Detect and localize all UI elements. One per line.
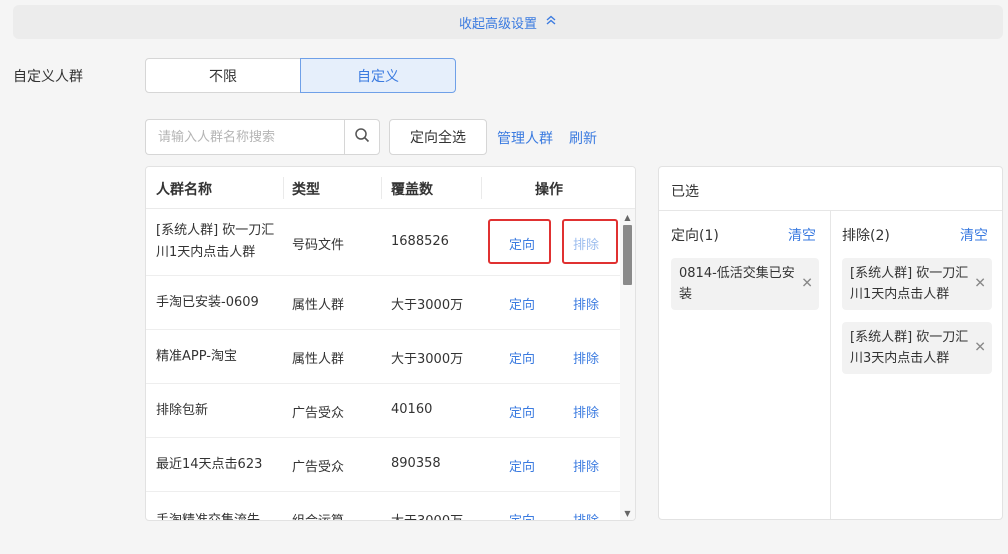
target-heading: 定向(1) [671, 228, 719, 244]
custom-audience-label: 自定义人群 [13, 69, 83, 85]
chip-label: 0814-低活交集已安装 [679, 266, 795, 302]
row-coverage: 890358 [391, 456, 441, 471]
column-divider [381, 177, 382, 199]
close-icon[interactable]: ✕ [974, 274, 986, 295]
row-coverage: 大于3000万 [391, 352, 464, 367]
selected-target-chip: 0814-低活交集已安装 ✕ [671, 258, 819, 310]
close-icon[interactable]: ✕ [801, 274, 813, 295]
audience-mode-segment: 不限 自定义 [145, 58, 456, 93]
close-icon[interactable]: ✕ [974, 338, 986, 359]
segment-custom[interactable]: 自定义 [300, 58, 456, 93]
table-row: [系统人群] 砍一刀汇川1天内点击人群 号码文件 1688526 定向 排除 [146, 209, 620, 276]
table-scrollbar[interactable]: ▲ ▼ [620, 209, 635, 520]
target-button[interactable]: 定向 [509, 294, 535, 313]
row-name: 最近14天点击623 [156, 457, 263, 472]
row-type: 号码文件 [292, 238, 345, 253]
header-ops: 操作 [535, 182, 563, 198]
header-type: 类型 [292, 182, 320, 198]
clear-target-link[interactable]: 清空 [788, 225, 816, 245]
exclude-button[interactable]: 排除 [573, 456, 599, 475]
row-type: 广告受众 [292, 460, 345, 475]
table-row: 排除包新 广告受众 40160 定向 排除 [146, 384, 620, 438]
collapse-label: 收起高级设置 [458, 16, 537, 32]
row-name: 精准APP-淘宝 [156, 349, 237, 364]
target-button[interactable]: 定向 [509, 456, 535, 475]
selected-title: 已选 [671, 184, 699, 200]
target-button[interactable]: 定向 [509, 348, 535, 367]
exclude-button[interactable]: 排除 [573, 234, 599, 253]
audience-table: 人群名称 类型 覆盖数 操作 [系统人群] 砍一刀汇川1天内点击人群 号码文件 … [145, 166, 636, 521]
refresh-link[interactable]: 刷新 [569, 128, 597, 148]
target-button[interactable]: 定向 [509, 234, 535, 253]
row-name: 手淘精准交集流失 [156, 513, 261, 521]
exclude-button[interactable]: 排除 [573, 348, 599, 367]
clear-exclude-link[interactable]: 清空 [960, 225, 988, 245]
table-row: 手淘已安装-0609 属性人群 大于3000万 定向 排除 [146, 276, 620, 330]
row-name: 手淘已安装-0609 [156, 295, 259, 310]
selected-exclude-chip: [系统人群] 砍一刀汇川1天内点击人群 ✕ [842, 258, 992, 310]
target-button[interactable]: 定向 [509, 510, 535, 520]
scroll-thumb[interactable] [623, 225, 632, 285]
selected-exclude-chip: [系统人群] 砍一刀汇川3天内点击人群 ✕ [842, 322, 992, 374]
collapse-advanced-settings[interactable]: 收起高级设置 [13, 5, 1003, 39]
segment-unlimited[interactable]: 不限 [145, 58, 301, 93]
header-coverage: 覆盖数 [391, 182, 433, 198]
table-row: 最近14天点击623 广告受众 890358 定向 排除 [146, 438, 620, 492]
table-body: [系统人群] 砍一刀汇川1天内点击人群 号码文件 1688526 定向 排除 手… [146, 209, 620, 521]
chip-label: [系统人群] 砍一刀汇川3天内点击人群 [850, 330, 969, 366]
search-input[interactable] [145, 119, 344, 155]
selected-panel: 已选 定向(1) 清空 0814-低活交集已安装 ✕ 排除(2) 清空 [系统人… [658, 166, 1003, 520]
exclude-button[interactable]: 排除 [573, 294, 599, 313]
row-coverage: 1688526 [391, 234, 449, 249]
column-divider [283, 177, 284, 199]
row-type: 组合运算 [292, 510, 344, 520]
row-coverage: 大于3000万 [391, 510, 463, 520]
manage-audience-link[interactable]: 管理人群 [497, 128, 553, 148]
row-type: 属性人群 [292, 352, 345, 367]
row-type: 广告受众 [292, 406, 345, 421]
scroll-down-arrow-icon[interactable]: ▼ [620, 506, 635, 520]
header-name: 人群名称 [156, 182, 212, 198]
select-all-target-button[interactable]: 定向全选 [389, 119, 487, 155]
row-coverage: 大于3000万 [391, 298, 464, 313]
scroll-up-arrow-icon[interactable]: ▲ [620, 210, 635, 224]
chevron-up-icon [545, 15, 557, 28]
target-button[interactable]: 定向 [509, 402, 535, 421]
exclude-button[interactable]: 排除 [573, 402, 599, 421]
table-row: 手淘精准交集流失 组合运算 大于3000万 定向 排除 [146, 492, 620, 521]
divider [830, 211, 831, 519]
table-row: 精准APP-淘宝 属性人群 大于3000万 定向 排除 [146, 330, 620, 384]
row-type: 属性人群 [292, 298, 345, 313]
search-icon [354, 127, 370, 147]
exclude-button[interactable]: 排除 [573, 510, 599, 520]
column-divider [481, 177, 482, 199]
audience-search [145, 119, 380, 155]
exclude-heading: 排除(2) [842, 228, 890, 244]
row-coverage: 40160 [391, 402, 433, 417]
search-button[interactable] [344, 119, 380, 155]
divider [659, 210, 1002, 211]
table-header: 人群名称 类型 覆盖数 操作 [146, 167, 635, 209]
row-name: 排除包新 [156, 403, 209, 418]
chip-label: [系统人群] 砍一刀汇川1天内点击人群 [850, 266, 969, 302]
row-name: [系统人群] 砍一刀汇川1天内点击人群 [156, 223, 275, 260]
